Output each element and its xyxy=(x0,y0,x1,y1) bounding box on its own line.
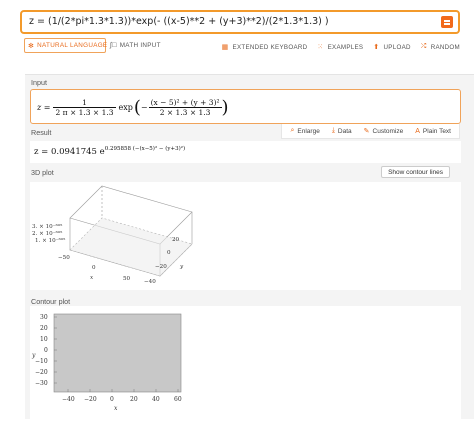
plot3d-pod: 3. × 10⁻⁶⁰⁵ 2. × 10⁻⁶⁰⁵ 1. × 10⁻⁶⁰⁵ −50 … xyxy=(30,182,461,290)
x-tick: −40 xyxy=(62,396,75,403)
upload-icon: ⬆ xyxy=(373,44,380,51)
input-pod-title: Input xyxy=(31,78,47,87)
random-button[interactable]: ⤮ RANDOM xyxy=(421,41,460,53)
contour-pod-title: Contour plot xyxy=(31,297,71,306)
download-icon: ⤓ xyxy=(331,127,335,134)
enlarge-label: Enlarge xyxy=(297,127,320,135)
extended-keyboard-label: EXTENDED KEYBOARD xyxy=(232,43,308,51)
x-tick: 20 xyxy=(130,396,138,403)
input-numerator: 1 xyxy=(53,98,116,108)
extended-keyboard-button[interactable]: ▦ EXTENDED KEYBOARD xyxy=(222,41,308,53)
text-icon: A xyxy=(415,127,420,135)
input-pod: z = 1 2 π × 1.3 × 1.3 exp ( − (x − 5)² +… xyxy=(30,89,461,124)
input-exp: exp xyxy=(118,102,133,112)
result-lhs: z = 0.0941745 e xyxy=(34,146,105,157)
magnifier-icon: ⌕ xyxy=(290,127,295,134)
input-inner-numerator: (x − 5)² + (y + 3)² xyxy=(148,97,222,108)
y-tick: 0 xyxy=(167,250,171,256)
x-tick: 40 xyxy=(152,396,160,403)
result-pod: z = 0.0941745 e0.295858 (−(x−5)² − (y+3)… xyxy=(30,141,461,163)
shuffle-icon: ⤮ xyxy=(420,43,427,50)
x-axis-label: x xyxy=(90,275,94,281)
examples-label: EXAMPLES xyxy=(327,43,364,51)
y-tick: 10 xyxy=(40,336,48,343)
input-inner-denominator: 2 × 1.3 × 1.3 xyxy=(159,107,211,117)
plain-text-button[interactable]: A Plain Text xyxy=(415,128,451,135)
y-tick: 30 xyxy=(40,314,48,321)
math-icon: ∫□ xyxy=(110,42,117,49)
data-label: Data xyxy=(337,127,352,135)
x-tick: −20 xyxy=(84,396,97,403)
natural-language-button[interactable]: ✻ NATURAL LANGUAGE xyxy=(24,38,108,53)
gear-icon: ✻ xyxy=(28,42,35,50)
input-formula: z = 1 2 π × 1.3 × 1.3 exp ( − (x − 5)² +… xyxy=(37,96,229,118)
surface xyxy=(70,218,192,276)
math-input-label: MATH INPUT xyxy=(119,42,161,49)
contour-area xyxy=(53,313,182,393)
z-tick: 2. × 10⁻⁶⁰⁵ xyxy=(32,230,63,237)
show-contour-lines-button[interactable]: Show contour lines xyxy=(381,166,450,178)
upload-label: UPLOAD xyxy=(383,43,411,51)
y-tick: 20 xyxy=(40,325,48,332)
random-label: RANDOM xyxy=(430,43,460,51)
keyboard-icon: ▦ xyxy=(221,44,229,51)
result-formula: z = 0.0941745 e0.295858 (−(x−5)² − (y+3)… xyxy=(34,146,185,157)
result-exponent: 0.295858 (−(x−5)² − (y+3)²) xyxy=(104,146,186,152)
y-axis-label: y xyxy=(31,352,36,359)
y-tick: −20 xyxy=(35,369,48,376)
plain-text-label: Plain Text xyxy=(422,127,451,135)
y-tick: −10 xyxy=(35,358,48,365)
result-pod-title: Result xyxy=(31,128,52,137)
math-input-button[interactable]: ∫□ MATH INPUT xyxy=(110,38,161,53)
x-tick: 0 xyxy=(110,396,114,403)
x-axis-label: x xyxy=(114,405,118,412)
upload-button[interactable]: ⬆ UPLOAD xyxy=(373,41,410,53)
y-axis-label: y xyxy=(179,264,184,270)
result-actions: ⌕ Enlarge ⤓ Data ✎ Customize A Plain Tex… xyxy=(281,124,460,139)
query-input[interactable]: z = (1/(2*pi*1.3*1.3))*exp(- ((x-5)**2 +… xyxy=(20,10,460,34)
enlarge-button[interactable]: ⌕ Enlarge xyxy=(290,127,319,135)
z-tick: 1. × 10⁻⁶⁰⁵ xyxy=(35,237,66,244)
y-tick: −40 xyxy=(144,279,156,285)
x-tick: 60 xyxy=(174,396,182,403)
x-tick: 50 xyxy=(123,276,131,282)
grid-icon: ⁙ xyxy=(317,44,324,51)
plot3d-svg[interactable]: 3. × 10⁻⁶⁰⁵ 2. × 10⁻⁶⁰⁵ 1. × 10⁻⁶⁰⁵ −50 … xyxy=(30,182,461,290)
y-tick: 20 xyxy=(172,237,180,243)
plot3d-pod-title: 3D plot xyxy=(31,168,54,177)
data-button[interactable]: ⤓ Data xyxy=(332,127,352,135)
customize-button[interactable]: ✎ Customize xyxy=(363,127,404,136)
contour-pod: 30 20 10 0 −10 −20 −30 y −40 −20 0 20 40… xyxy=(30,306,461,419)
input-lhs: z = xyxy=(37,102,51,112)
z-tick: 3. × 10⁻⁶⁰⁵ xyxy=(32,223,63,230)
customize-label: Customize xyxy=(372,127,404,135)
y-tick: 0 xyxy=(44,347,48,354)
examples-button[interactable]: ⁙ EXAMPLES xyxy=(317,41,363,53)
input-denominator: 2 π × 1.3 × 1.3 xyxy=(55,107,114,117)
natural-language-label: NATURAL LANGUAGE xyxy=(37,42,108,49)
toolbar: ▦ EXTENDED KEYBOARD ⁙ EXAMPLES ⬆ UPLOAD … xyxy=(222,41,460,53)
y-tick: −20 xyxy=(155,264,167,270)
customize-icon: ✎ xyxy=(363,128,370,135)
input-inner-fraction: (x − 5)² + (y + 3)² 2 × 1.3 × 1.3 xyxy=(148,97,222,117)
contour-svg[interactable]: 30 20 10 0 −10 −20 −30 y −40 −20 0 20 40… xyxy=(30,306,461,419)
x-tick: 0 xyxy=(92,265,96,271)
x-tick: −50 xyxy=(58,255,70,261)
y-tick: −30 xyxy=(35,380,48,387)
input-fraction: 1 2 π × 1.3 × 1.3 xyxy=(53,98,116,117)
compute-icon[interactable] xyxy=(441,16,453,28)
query-text[interactable]: z = (1/(2*pi*1.3*1.3))*exp(- ((x-5)**2 +… xyxy=(29,16,329,27)
